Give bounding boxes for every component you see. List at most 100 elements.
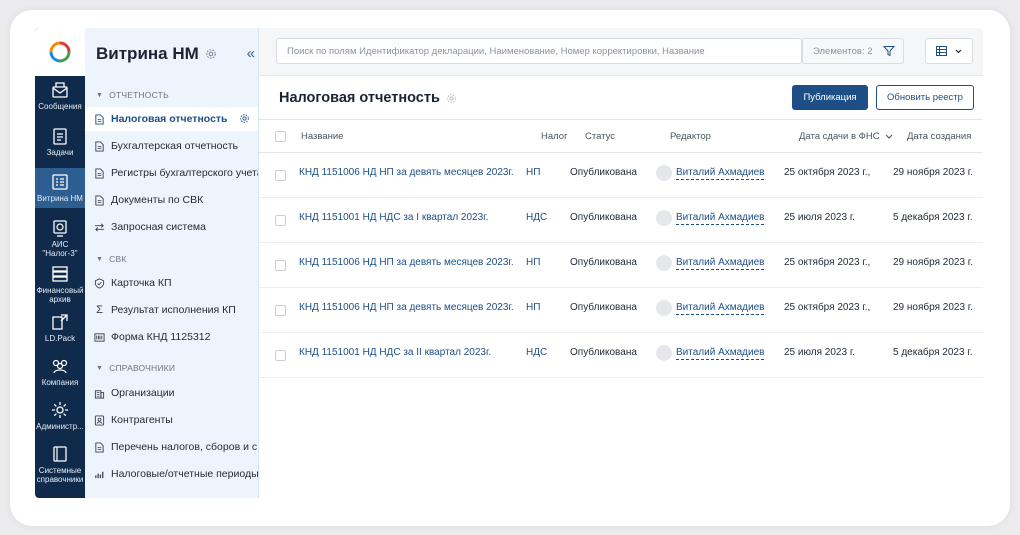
row-name-link[interactable]: КНД 1151001 НД НДС за II квартал 2023г.	[299, 347, 491, 358]
document-icon	[95, 140, 104, 152]
row-name-link[interactable]: КНД 1151001 НД НДС за I квартал 2023г.	[299, 212, 488, 223]
row-name-link[interactable]: КНД 1151006 НД НП за девять месяцев 2023…	[299, 302, 514, 313]
caret-down-icon: ▼	[96, 255, 104, 263]
rail-item-vitrina[interactable]: Витрина НМ	[35, 168, 85, 208]
sidebar-item-contractors[interactable]: Контрагенты	[85, 408, 258, 432]
table-row[interactable]: КНД 1151001 НД НДС за II квартал 2023г. …	[259, 333, 983, 378]
table-row[interactable]: КНД 1151001 НД НДС за I квартал 2023г. Н…	[259, 198, 983, 243]
rail-label: Витрина НМ	[37, 194, 83, 203]
toolbar: Поиск по полям Идентификатор декларации,…	[259, 28, 983, 76]
sidebar-item-tax-periods[interactable]: Налоговые/отчетные периоды	[85, 462, 258, 486]
sidebar-item-label: Карточка КП	[111, 277, 172, 289]
icon-rail: Сообщения Задачи Витрина НМ АИС "Налог-3…	[35, 28, 85, 498]
row-tax: НП	[526, 167, 541, 178]
clipboard-icon	[53, 128, 67, 145]
settings-gear-icon[interactable]	[446, 93, 457, 104]
list-icon	[52, 174, 68, 190]
column-header-tax[interactable]: Налог	[541, 131, 568, 142]
row-submitted-date: 25 октября 2023 г.,	[784, 302, 871, 313]
sidebar-title-text: Витрина НМ	[96, 44, 199, 63]
row-checkbox[interactable]	[275, 305, 286, 316]
app-logo[interactable]	[35, 28, 85, 76]
building-icon	[94, 389, 105, 399]
column-header-name[interactable]: Название	[301, 131, 343, 142]
mail-icon	[52, 82, 68, 98]
rail-item-admin[interactable]: Администр...	[35, 400, 85, 436]
table-row[interactable]: КНД 1151006 НД НП за девять месяцев 2023…	[259, 153, 983, 198]
row-name-link[interactable]: КНД 1151006 НД НП за девять месяцев 2023…	[299, 167, 514, 178]
sidebar-item-tax-reporting[interactable]: Налоговая отчетность	[85, 107, 258, 131]
sidebar-item-kp-result[interactable]: Σ Результат исполнения КП	[85, 298, 258, 322]
filter-icon[interactable]	[883, 45, 895, 57]
row-editor-link[interactable]: Виталий Ахмадиев	[676, 347, 765, 360]
column-header-status[interactable]: Статус	[585, 131, 615, 142]
column-header-editor[interactable]: Редактор	[670, 131, 711, 142]
row-created-date: 29 ноября 2023 г.	[893, 302, 973, 313]
sidebar-item-accounting-registers[interactable]: Регистры бухгалтерского учета	[85, 161, 258, 185]
column-header-created[interactable]: Дата создания	[907, 131, 971, 142]
table-row[interactable]: КНД 1151006 НД НП за девять месяцев 2023…	[259, 288, 983, 333]
sidebar-item-label: Результат исполнения КП	[111, 304, 236, 316]
row-status: Опубликована	[570, 302, 637, 313]
row-created-date: 5 декабря 2023 г.	[893, 212, 973, 223]
item-settings-gear-icon[interactable]	[239, 113, 250, 124]
sidebar-item-knd-form[interactable]: Форма КНД 1125312	[85, 325, 258, 349]
editor-avatar	[656, 165, 672, 181]
document-icon	[95, 441, 104, 453]
rail-item-company[interactable]: Компания	[35, 356, 85, 392]
table-row[interactable]: КНД 1151006 НД НП за девять месяцев 2023…	[259, 243, 983, 288]
rail-label: Компания	[41, 378, 79, 387]
row-checkbox[interactable]	[275, 170, 286, 181]
rail-label: Администр...	[36, 422, 84, 431]
row-submitted-date: 25 октября 2023 г.,	[784, 167, 871, 178]
rail-item-ais[interactable]: АИС "Налог-3"	[35, 218, 85, 264]
sidebar-item-label: Налоговые/отчетные периоды	[111, 468, 258, 480]
row-editor-link[interactable]: Виталий Ахмадиев	[676, 257, 765, 270]
publish-button[interactable]: Публикация	[792, 85, 868, 110]
rail-item-messages[interactable]: Сообщения	[35, 80, 85, 120]
row-checkbox[interactable]	[275, 350, 286, 361]
refresh-registry-button[interactable]: Обновить реестр	[876, 85, 974, 110]
row-status: Опубликована	[570, 167, 637, 178]
rail-item-ldpack[interactable]: LD.Pack	[35, 312, 85, 348]
row-name-link[interactable]: КНД 1151006 НД НП за девять месяцев 2023…	[299, 257, 514, 268]
sidebar-item-accounting-reporting[interactable]: Бухгалтерская отчетность	[85, 134, 258, 158]
row-checkbox[interactable]	[275, 215, 286, 226]
sidebar-item-svk-documents[interactable]: Документы по СВК	[85, 188, 258, 212]
sidebar-item-kp-card[interactable]: Карточка КП	[85, 271, 258, 295]
sigma-icon: Σ	[96, 304, 103, 316]
rail-item-tasks[interactable]: Задачи	[35, 126, 85, 166]
row-editor-link[interactable]: Виталий Ахмадиев	[676, 167, 765, 180]
sidebar-item-organizations[interactable]: Организации	[85, 381, 258, 405]
rail-label: Системные справочники	[36, 466, 84, 484]
section-references[interactable]: ▼ СПРАВОЧНИКИ	[96, 363, 175, 373]
sidebar-item-tax-list[interactable]: Перечень налогов, сборов и с...	[85, 435, 258, 459]
row-created-date: 29 ноября 2023 г.	[893, 167, 973, 178]
search-input[interactable]: Поиск по полям Идентификатор декларации,…	[276, 38, 802, 64]
sidebar-item-label: Запросная система	[111, 221, 206, 233]
row-checkbox[interactable]	[275, 260, 286, 271]
column-header-submitted[interactable]: Дата сдачи в ФНС	[799, 131, 893, 142]
settings-gear-icon[interactable]	[205, 48, 217, 60]
editor-avatar	[656, 345, 672, 361]
rail-label: Финансовый архив	[36, 286, 84, 304]
document-icon	[95, 167, 104, 179]
logo-icon	[49, 41, 71, 63]
row-submitted-date: 25 июля 2023 г.	[784, 212, 856, 223]
row-editor-link[interactable]: Виталий Ахмадиев	[676, 302, 765, 315]
people-icon	[52, 359, 68, 374]
sidebar-item-label: Регистры бухгалтерского учета	[111, 167, 258, 179]
collapse-sidebar-button[interactable]: «	[247, 45, 255, 62]
row-editor-link[interactable]: Виталий Ахмадиев	[676, 212, 765, 225]
section-svk[interactable]: ▼ СВК	[96, 254, 127, 264]
section-reporting[interactable]: ▼ ОТЧЕТНОСТЬ	[96, 90, 169, 100]
sidebar: Витрина НМ « ▼ ОТЧЕТНОСТЬ Налоговая отче…	[85, 28, 259, 498]
main-content: Поиск по полям Идентификатор декларации,…	[259, 28, 983, 498]
rail-item-sys-refs[interactable]: Системные справочники	[35, 444, 85, 490]
select-all-checkbox[interactable]	[275, 131, 286, 142]
rail-item-archive[interactable]: Финансовый архив	[35, 264, 85, 304]
view-mode-button[interactable]	[925, 38, 973, 64]
sidebar-item-request-system[interactable]: Запросная система	[85, 215, 258, 239]
rail-label: Сообщения	[38, 102, 82, 111]
elements-count: Элементов: 2	[802, 38, 904, 64]
